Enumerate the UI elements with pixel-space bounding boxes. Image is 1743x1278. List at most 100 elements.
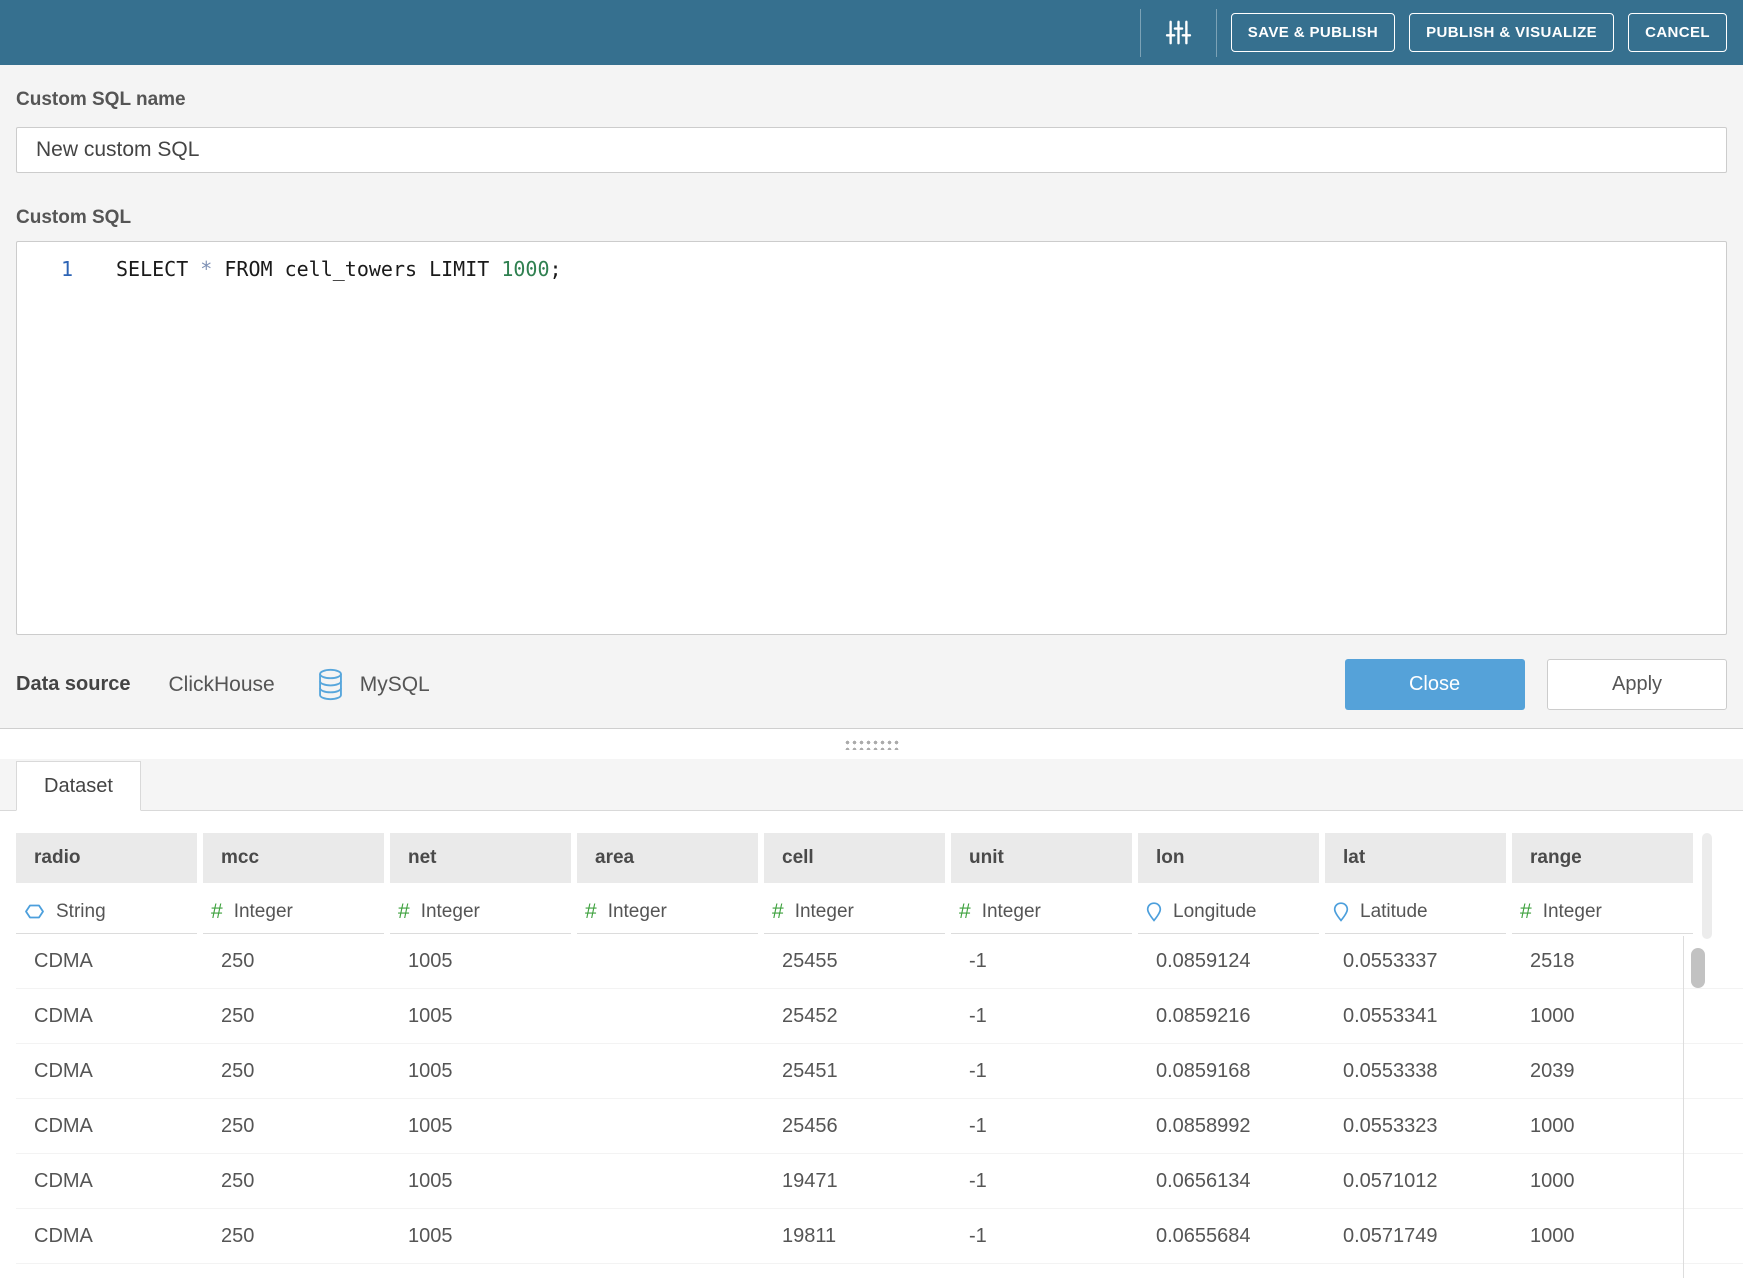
datasource-option-mysql[interactable]: MySQL (360, 673, 430, 697)
topbar-divider (1140, 9, 1141, 57)
table-cell: 2039 (1512, 1060, 1693, 1083)
splitter-grip-icon (844, 739, 899, 750)
column-type-label: Integer (421, 901, 480, 923)
table-row: CDMA250100525456-10.08589920.05533231000 (16, 1099, 1743, 1154)
tab-dataset[interactable]: Dataset (16, 761, 141, 811)
table-cell: 250 (203, 1170, 384, 1193)
table-cell: 0.0655684 (1138, 1225, 1319, 1248)
cancel-button[interactable]: CANCEL (1628, 13, 1727, 52)
table-cell: 0.0571749 (1325, 1225, 1506, 1248)
top-bar: SAVE & PUBLISH PUBLISH & VISUALIZE CANCE… (0, 0, 1743, 65)
table-body: CDMA250100525455-10.08591240.05533372518… (16, 934, 1743, 1264)
string-icon (24, 903, 45, 920)
scrollbar-track (1702, 833, 1712, 939)
table-cell: 2518 (1512, 950, 1693, 973)
table-cell: -1 (951, 1005, 1132, 1028)
table-cell: 250 (203, 1225, 384, 1248)
table-cell: 1005 (390, 1005, 571, 1028)
table-cell: 19471 (764, 1170, 945, 1193)
sql-code-editor[interactable]: 1 SELECT * FROM cell_towers LIMIT 1000; (16, 241, 1727, 635)
table-cell: -1 (951, 1115, 1132, 1138)
table-type-row: String # Integer # Integer # Integer # I… (16, 890, 1743, 934)
table-cell: CDMA (16, 950, 197, 973)
tab-strip: Dataset (0, 759, 1743, 811)
column-type-label: Latitude (1360, 901, 1428, 923)
datasource-option-clickhouse[interactable]: ClickHouse (169, 673, 275, 697)
integer-hash-icon: # (1520, 901, 1532, 922)
table-cell: 25456 (764, 1115, 945, 1138)
table-cell: 0.0553338 (1325, 1060, 1506, 1083)
table-header-row: radiomccnetareacellunitlonlatrange (16, 833, 1743, 883)
table-row: CDMA250100519471-10.06561340.05710121000 (16, 1154, 1743, 1209)
geo-pin-icon (1146, 902, 1162, 922)
table-cell: 0.0553337 (1325, 950, 1506, 973)
integer-hash-icon: # (959, 901, 971, 922)
custom-sql-label: Custom SQL (16, 173, 1727, 229)
line-number: 1 (17, 255, 73, 283)
table-cell: 1000 (1512, 1115, 1693, 1138)
column-header-cell[interactable]: cell (764, 833, 945, 883)
column-type-label: Integer (1543, 901, 1602, 923)
panel-splitter[interactable] (0, 729, 1743, 759)
dataset-preview-table: radiomccnetareacellunitlonlatrange Strin… (16, 833, 1743, 1264)
table-cell: CDMA (16, 1170, 197, 1193)
table-cell: 0.0859216 (1138, 1005, 1319, 1028)
table-cell: 250 (203, 950, 384, 973)
column-header-lat[interactable]: lat (1325, 833, 1506, 883)
integer-hash-icon: # (772, 901, 784, 922)
table-cell: 1000 (1512, 1005, 1693, 1028)
settings-sliders-icon[interactable] (1155, 19, 1202, 46)
table-cell: CDMA (16, 1005, 197, 1028)
table-cell: CDMA (16, 1060, 197, 1083)
sql-token: SELECT (116, 257, 200, 281)
column-header-radio[interactable]: radio (16, 833, 197, 883)
table-cell: 250 (203, 1115, 384, 1138)
table-cell: CDMA (16, 1115, 197, 1138)
column-type-label: Longitude (1173, 901, 1256, 923)
table-cell: 25451 (764, 1060, 945, 1083)
column-type-unit: # Integer (951, 890, 1132, 934)
table-cell: 1000 (1512, 1225, 1693, 1248)
column-type-label: Integer (234, 901, 293, 923)
table-cell: 0.0859168 (1138, 1060, 1319, 1083)
table-cell: 0.0859124 (1138, 950, 1319, 973)
table-cell: 0.0553341 (1325, 1005, 1506, 1028)
column-header-lon[interactable]: lon (1138, 833, 1319, 883)
column-type-label: Integer (608, 901, 667, 923)
geo-pin-icon (1333, 902, 1349, 922)
column-header-mcc[interactable]: mcc (203, 833, 384, 883)
table-cell: 0.0858992 (1138, 1115, 1319, 1138)
table-cell: 0.0571012 (1325, 1170, 1506, 1193)
close-button[interactable]: Close (1345, 659, 1525, 710)
scrollbar-thumb[interactable] (1691, 948, 1705, 988)
custom-sql-name-input[interactable] (16, 127, 1727, 173)
column-header-area[interactable]: area (577, 833, 758, 883)
datasource-label: Data source (16, 673, 131, 696)
integer-hash-icon: # (211, 901, 223, 922)
table-cell: CDMA (16, 1225, 197, 1248)
table-cell: 0.0553323 (1325, 1115, 1506, 1138)
database-icon (317, 668, 344, 701)
column-type-area: # Integer (577, 890, 758, 934)
column-type-lon: Longitude (1138, 890, 1319, 934)
column-header-range[interactable]: range (1512, 833, 1693, 883)
table-cell: 1000 (1512, 1170, 1693, 1193)
column-type-range: # Integer (1512, 890, 1693, 934)
column-type-mcc: # Integer (203, 890, 384, 934)
column-type-label: Integer (795, 901, 854, 923)
column-header-net[interactable]: net (390, 833, 571, 883)
column-type-lat: Latitude (1325, 890, 1506, 934)
publish-visualize-button[interactable]: PUBLISH & VISUALIZE (1409, 13, 1614, 52)
table-cell: 250 (203, 1005, 384, 1028)
sql-token: FROM cell_towers LIMIT (224, 257, 501, 281)
table-cell: 250 (203, 1060, 384, 1083)
table-row: CDMA250100525451-10.08591680.05533382039 (16, 1044, 1743, 1099)
sql-token: * (200, 257, 224, 281)
apply-button[interactable]: Apply (1547, 659, 1727, 710)
table-cell: -1 (951, 1225, 1132, 1248)
table-row: CDMA250100519811-10.06556840.05717491000 (16, 1209, 1743, 1264)
custom-sql-panel: Custom SQL name Custom SQL 1 SELECT * FR… (0, 65, 1743, 729)
save-publish-button[interactable]: SAVE & PUBLISH (1231, 13, 1395, 52)
column-type-cell: # Integer (764, 890, 945, 934)
column-header-unit[interactable]: unit (951, 833, 1132, 883)
